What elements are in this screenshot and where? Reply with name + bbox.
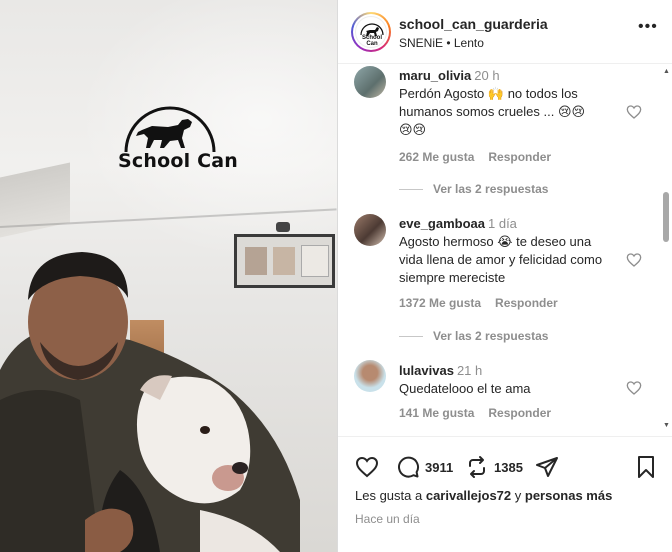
author-username[interactable]: school_can_guarderia: [399, 16, 548, 32]
commenter-avatar[interactable]: [354, 360, 386, 392]
comment-line: Agosto hermoso 😭 te deseo una: [399, 234, 592, 249]
repost-button[interactable]: 1385: [465, 455, 523, 479]
avatar-label: School Can: [361, 35, 382, 47]
more-horizontal-icon[interactable]: •••: [638, 18, 658, 36]
comment-text: eve_gamboaa 1 día Agosto hermoso 😭 te des…: [399, 215, 619, 287]
post-header: School Can school_can_guarderia SNENiE •…: [338, 0, 672, 64]
comment-button[interactable]: 3911: [396, 455, 453, 479]
wall-lamp: [276, 222, 290, 232]
comments-list[interactable]: maru_olivia 20 h Perdón Agosto 🙌 no todos…: [338, 64, 661, 436]
comment-likes[interactable]: 1372 Me gusta: [399, 296, 481, 310]
reply-button[interactable]: Responder: [495, 296, 558, 310]
share-button[interactable]: [535, 455, 559, 479]
repost-icon: [469, 456, 485, 478]
heart-icon: [355, 456, 379, 478]
comment-username[interactable]: lulavivas: [399, 363, 454, 378]
comment-line: Quedatelooo el te ama: [399, 381, 531, 396]
send-icon: [536, 457, 558, 477]
bookmark-icon: [638, 456, 654, 478]
comment-line: Perdón Agosto 🙌 no todos los: [399, 86, 578, 101]
liked-by-username[interactable]: carivallejos72: [426, 488, 511, 503]
commenter-avatar[interactable]: [354, 66, 386, 98]
reply-button[interactable]: Responder: [488, 406, 551, 420]
heart-icon[interactable]: [626, 252, 642, 268]
author-avatar[interactable]: School Can: [351, 12, 391, 52]
heart-icon[interactable]: [626, 380, 642, 396]
save-button[interactable]: [634, 455, 658, 479]
audio-subtitle[interactable]: SNENiE • Lento: [399, 36, 484, 50]
likes-others-link[interactable]: personas más: [525, 488, 612, 503]
comment-meta: 262 Me gusta Responder: [399, 150, 565, 164]
comment-line: siempre mereciste: [399, 270, 506, 285]
like-button[interactable]: [355, 455, 379, 479]
man-holding-dog-image: [0, 252, 300, 552]
logo-text: School Can: [118, 150, 238, 172]
comment-time: 20 h: [474, 68, 500, 83]
comment-text: lulavivas 21 h Quedatelooo el te ama: [399, 362, 619, 398]
comment-meta: 141 Me gusta Responder: [399, 406, 565, 420]
comment-time: 1 día: [488, 216, 517, 231]
commenter-avatar[interactable]: [354, 214, 386, 246]
comment-username[interactable]: eve_gamboaa: [399, 216, 485, 231]
scroll-down-arrow-icon[interactable]: ▼: [663, 422, 670, 429]
comment-line: humanos somos crueles ... 😢😢: [399, 104, 586, 119]
view-replies-button[interactable]: Ver las 2 respuestas: [399, 329, 548, 343]
liked-by-summary: Les gusta a carivallejos72 y personas má…: [355, 488, 612, 503]
comment-likes[interactable]: 141 Me gusta: [399, 406, 474, 420]
reply-button[interactable]: Responder: [488, 150, 551, 164]
scrollbar-thumb[interactable]: [663, 192, 669, 242]
view-replies-label: Ver las 2 respuestas: [433, 329, 549, 343]
comment-time: 21 h: [456, 363, 483, 378]
reel-video[interactable]: School Can: [0, 0, 337, 552]
view-replies-button[interactable]: Ver las 2 respuestas: [399, 182, 548, 196]
comment-likes[interactable]: 262 Me gusta: [399, 150, 474, 164]
repost-count: 1385: [494, 459, 523, 475]
comment-line: vida llena de amor y felicidad como: [399, 252, 603, 267]
comment-meta: 1372 Me gusta Responder: [399, 296, 572, 310]
post-date[interactable]: Hace un día: [355, 512, 420, 526]
heart-icon[interactable]: [626, 104, 642, 120]
comment-bubble-icon: [398, 456, 420, 478]
view-replies-label: Ver las 2 respuestas: [433, 182, 549, 196]
comment-line: 😢😢: [399, 122, 427, 137]
scroll-up-arrow-icon[interactable]: ▲: [663, 68, 670, 75]
comment-username[interactable]: maru_olivia: [399, 68, 471, 83]
likes-join: y: [514, 488, 522, 503]
comment-text: maru_olivia 20 h Perdón Agosto 🙌 no todos…: [399, 67, 619, 139]
post-actions: 3911 1385 Les gusta a carivallejos72 y p…: [338, 436, 672, 552]
comments-scrollbar[interactable]: ▲ ▼: [660, 64, 672, 436]
comment-count: 3911: [425, 459, 454, 475]
likes-prefix: Les gusta a: [355, 488, 423, 503]
post-details-panel: School Can school_can_guarderia SNENiE •…: [337, 0, 672, 552]
